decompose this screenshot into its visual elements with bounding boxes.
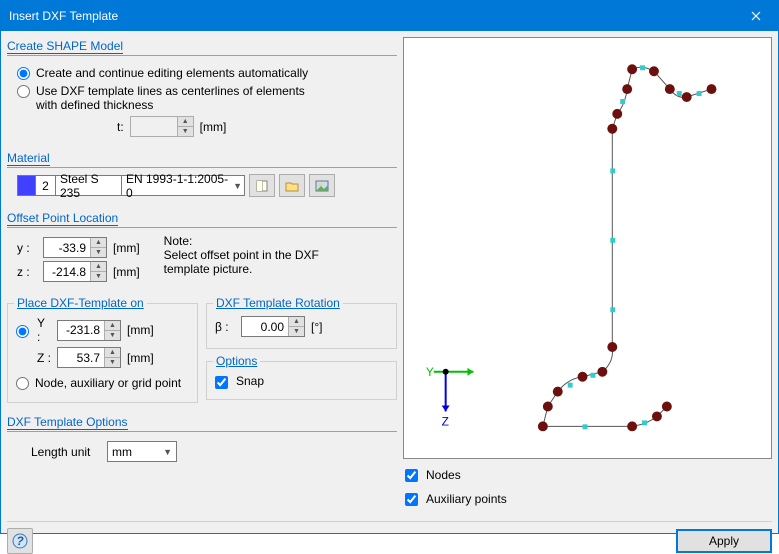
place-y-spinner[interactable]: ▲▼ <box>57 320 121 341</box>
material-standard-value: EN 1993-1-1:2005-0 <box>126 172 233 200</box>
length-unit-value: mm <box>112 445 132 459</box>
material-standard-combo[interactable]: EN 1993-1-1:2005-0 ▼ <box>121 175 245 196</box>
radio-place-coords[interactable] <box>16 325 29 338</box>
material-color-swatch[interactable] <box>17 175 35 196</box>
snap-label: Snap <box>236 374 264 388</box>
thickness-label: t: <box>117 120 124 134</box>
radio-auto-edit[interactable] <box>17 67 30 80</box>
aux-checkbox[interactable] <box>405 493 418 506</box>
section-material: Material <box>7 149 397 168</box>
beta-input[interactable] <box>242 317 288 336</box>
offset-z-label: z : <box>17 265 37 279</box>
spin-down-icon[interactable]: ▼ <box>91 248 106 257</box>
spin-up-icon[interactable]: ▲ <box>91 238 106 248</box>
aux-label: Auxiliary points <box>426 492 507 506</box>
offset-z-spinner[interactable]: ▲▼ <box>43 261 107 282</box>
offset-z-unit: [mm] <box>113 265 140 279</box>
close-button[interactable] <box>733 1 778 31</box>
chevron-down-icon: ▼ <box>233 181 242 191</box>
place-y-input[interactable] <box>58 321 104 340</box>
group-rotation: DXF Template Rotation β : ▲▼ [°] <box>206 303 397 349</box>
place-z-unit: [mm] <box>127 351 154 365</box>
offset-z-input[interactable] <box>44 262 90 281</box>
chevron-down-icon: ▼ <box>163 447 172 457</box>
snap-checkbox[interactable] <box>215 376 228 389</box>
thickness-unit: [mm] <box>200 120 227 134</box>
axis-z-label: Z <box>442 414 449 428</box>
group-place-on: Place DXF-Template on Y : ▲▼ [mm] <box>7 303 198 403</box>
preview-svg: Y Z <box>404 38 771 458</box>
place-header: Place DXF-Template on <box>17 296 144 310</box>
offset-note-body: Select offset point in the DXF template … <box>164 248 334 276</box>
section-offset: Offset Point Location <box>7 209 397 228</box>
spin-down-icon: ▼ <box>178 127 193 136</box>
offset-y-unit: [mm] <box>113 241 140 255</box>
rotation-header: DXF Template Rotation <box>216 296 340 310</box>
apply-label: Apply <box>709 534 739 548</box>
axis-y-label: Y <box>426 365 434 379</box>
radio-centerlines[interactable] <box>17 85 30 98</box>
book-icon <box>255 179 269 193</box>
nodes-label: Nodes <box>426 468 461 482</box>
radio-place-node[interactable] <box>16 377 29 390</box>
folder-icon <box>285 179 299 193</box>
material-number: 2 <box>35 175 55 196</box>
offset-y-spinner[interactable]: ▲▼ <box>43 237 107 258</box>
material-new-button[interactable] <box>279 174 305 197</box>
offset-y-input[interactable] <box>44 238 90 257</box>
material-edit-button[interactable] <box>309 174 335 197</box>
thickness-input <box>131 117 177 136</box>
offset-note-title: Note: <box>164 234 334 248</box>
place-z-label: Z : <box>37 351 51 365</box>
nodes-checkbox[interactable] <box>405 469 418 482</box>
options-header: Options <box>216 354 257 368</box>
apply-button[interactable]: Apply <box>676 529 772 553</box>
picture-icon <box>315 179 329 193</box>
length-unit-label: Length unit <box>31 445 101 459</box>
section-create-shape: Create SHAPE Model <box>7 37 397 56</box>
section-template-options: DXF Template Options <box>7 413 397 432</box>
svg-text:?: ? <box>16 534 24 548</box>
radio-place-node-label: Node, auxiliary or grid point <box>35 376 181 390</box>
window-title: Insert DXF Template <box>9 9 733 23</box>
place-z-spinner[interactable]: ▲▼ <box>57 347 121 368</box>
beta-unit: [°] <box>311 320 322 334</box>
close-icon <box>751 11 761 21</box>
beta-spinner[interactable]: ▲▼ <box>241 316 305 337</box>
place-y-label: Y : <box>37 316 51 344</box>
material-library-button[interactable] <box>249 174 275 197</box>
help-button[interactable]: ? <box>7 528 33 554</box>
group-options: Options Snap <box>206 361 397 400</box>
spin-down-icon[interactable]: ▼ <box>91 272 106 281</box>
radio-centerlines-label: Use DXF template lines as centerlines of… <box>36 84 326 112</box>
beta-label: β : <box>215 320 235 334</box>
titlebar: Insert DXF Template <box>1 1 778 31</box>
place-z-input[interactable] <box>58 348 104 367</box>
place-y-unit: [mm] <box>127 323 154 337</box>
radio-auto-edit-label: Create and continue editing elements aut… <box>36 66 308 80</box>
material-name: Steel S 235 <box>55 175 121 196</box>
dialog-window: Insert DXF Template Create SHAPE Model C… <box>0 0 779 534</box>
spin-up-icon[interactable]: ▲ <box>91 262 106 272</box>
offset-y-label: y : <box>17 241 37 255</box>
thickness-spinner: ▲▼ <box>130 116 194 137</box>
dxf-preview[interactable]: Y Z <box>403 37 772 459</box>
help-icon: ? <box>12 533 28 549</box>
length-unit-combo[interactable]: mm ▼ <box>107 441 177 462</box>
spin-up-icon: ▲ <box>178 117 193 127</box>
